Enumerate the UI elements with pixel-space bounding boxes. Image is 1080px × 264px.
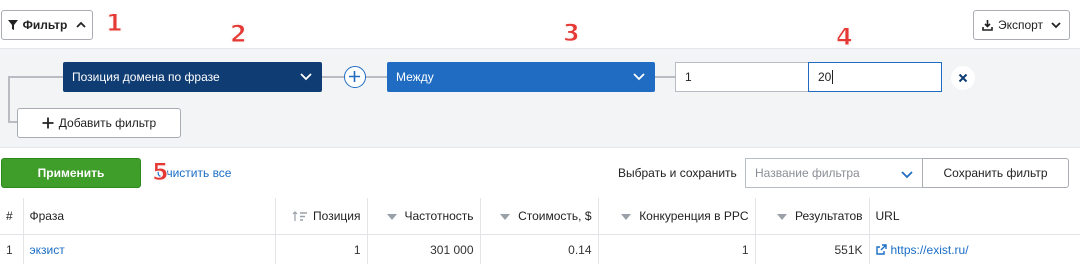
chevron-down-icon (1051, 22, 1061, 29)
cell-phrase: экзист (23, 234, 276, 264)
annotation-3: 3 (563, 19, 581, 47)
col-header-results[interactable]: Результатов (755, 198, 870, 235)
chevron-down-icon (633, 73, 645, 81)
col-header-phrase-label: Фраза (29, 208, 65, 223)
cell-results: 551K (755, 234, 870, 264)
save-filter-button[interactable]: Сохранить фильтр (922, 158, 1069, 188)
filter-tree-line (8, 76, 63, 78)
save-filter-label: Сохранить фильтр (943, 166, 1048, 180)
remove-condition-button[interactable] (951, 66, 975, 90)
plus-icon (42, 117, 54, 129)
col-header-competition-label: Конкуренция в PPC (639, 208, 749, 223)
export-button[interactable]: Экспорт (973, 10, 1070, 40)
filter-operator-select[interactable]: Между (387, 62, 655, 92)
apply-button[interactable]: Применить (1, 158, 141, 188)
add-filter-button[interactable]: Добавить фильтр (17, 108, 181, 138)
choose-save-label: Выбрать и сохранить (618, 166, 737, 180)
filter-link-line (322, 76, 344, 78)
filter-name-placeholder: Название фильтра (755, 166, 860, 180)
table-row: 1 экзист 1 301 000 0.14 1 551K https://e… (0, 234, 1080, 264)
url-link[interactable]: https://exist.ru/ (891, 243, 969, 257)
chevron-up-icon (76, 21, 87, 28)
col-header-position[interactable]: Позиция (275, 198, 368, 235)
top-toolbar: Фильтр Экспорт (0, 0, 1080, 48)
sort-desc-icon (500, 213, 511, 220)
annotation-4: 4 (836, 23, 854, 51)
filter-name-select[interactable]: Название фильтра (745, 158, 923, 188)
annotation-1: 1 (106, 9, 124, 37)
col-header-competition[interactable]: Конкуренция в PPC (598, 198, 756, 235)
col-header-position-label: Позиция (313, 208, 361, 223)
phrase-link[interactable]: экзист (30, 243, 65, 257)
cell-num: 1 (0, 234, 24, 264)
cell-competition: 1 (598, 234, 756, 264)
filter-toggle-button[interactable]: Фильтр (1, 10, 93, 40)
filter-value-to-input[interactable]: 20 (808, 62, 942, 92)
annotation-2: 2 (230, 20, 248, 48)
sort-ascending-icon (292, 211, 307, 222)
col-header-num: # (0, 198, 24, 235)
sort-desc-icon (621, 213, 632, 220)
col-header-url-label: URL (875, 208, 900, 223)
export-label: Экспорт (997, 18, 1044, 32)
col-header-frequency-label: Частотность (404, 208, 474, 223)
col-header-results-label: Результатов (795, 208, 863, 223)
chevron-down-icon (901, 171, 913, 179)
cell-position: 1 (275, 234, 368, 264)
filter-value-from: 1 (685, 70, 692, 84)
plus-icon (349, 71, 360, 82)
cell-frequency: 301 000 (367, 234, 481, 264)
sort-desc-icon (777, 213, 787, 220)
table-header-row: # Фраза Позиция Частотность Стоимость, $… (0, 198, 1080, 235)
filter-toggle-label: Фильтр (22, 18, 68, 32)
cell-url: https://exist.ru/ (869, 234, 1080, 264)
add-condition-button[interactable] (344, 66, 366, 88)
filter-field-select[interactable]: Позиция домена по фразе (63, 62, 322, 92)
filter-link-line (655, 76, 675, 78)
add-filter-label: Добавить фильтр (58, 116, 157, 130)
filter-value-to: 20 (818, 70, 832, 84)
col-header-frequency[interactable]: Частотность (367, 198, 481, 235)
filter-field-value: Позиция домена по фразе (72, 70, 220, 84)
filter-tree-line (8, 76, 10, 123)
close-icon (958, 73, 968, 83)
apply-label: Применить (37, 166, 105, 180)
external-link-icon (875, 243, 887, 255)
annotation-5: 5 (152, 158, 170, 186)
col-header-cost-label: Стоимость, $ (518, 208, 592, 223)
cell-cost: 0.14 (480, 234, 599, 264)
filter-link-line (366, 76, 387, 78)
text-cursor (832, 70, 834, 84)
sort-desc-icon (386, 213, 397, 220)
col-header-url[interactable]: URL (869, 198, 1080, 235)
results-table: # Фраза Позиция Частотность Стоимость, $… (0, 198, 1080, 264)
funnel-icon (7, 20, 18, 30)
col-header-phrase[interactable]: Фраза (23, 198, 276, 235)
filter-operator-value: Между (396, 70, 434, 84)
filter-value-from-input[interactable]: 1 (675, 62, 809, 92)
download-icon (982, 19, 993, 31)
chevron-down-icon (300, 73, 312, 81)
col-header-cost[interactable]: Стоимость, $ (480, 198, 599, 235)
